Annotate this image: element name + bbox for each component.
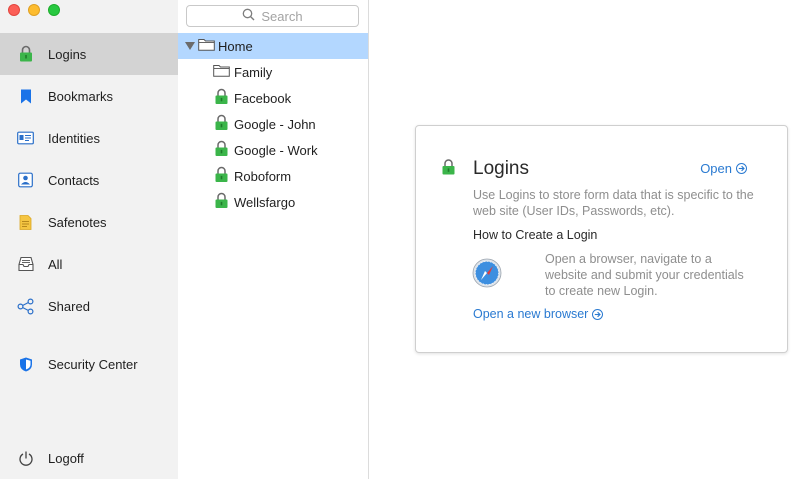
card-description: Use Logins to store form data that is sp…: [473, 188, 754, 218]
card-title: Logins: [473, 158, 529, 179]
sidebar-item-label: Shared: [48, 298, 90, 314]
sidebar-item-shared[interactable]: Shared: [0, 285, 178, 327]
sidebar-item-label: Security Center: [48, 356, 138, 372]
tree-login-item[interactable]: Google - Work: [178, 137, 368, 163]
inbox-icon: [17, 256, 34, 273]
sidebar-item-label: Logins: [48, 46, 87, 62]
tree-item-label: Google - Work: [234, 142, 318, 158]
open-link[interactable]: Open: [700, 161, 747, 176]
tree-folder-home[interactable]: Home: [178, 33, 368, 59]
lock-icon: [215, 88, 228, 108]
tree-folder-label: Home: [218, 38, 253, 54]
share-icon: [17, 298, 34, 315]
tree-login-item[interactable]: Facebook: [178, 85, 368, 111]
main-content: Logins Open Use Logins to store form dat…: [370, 0, 793, 479]
sidebar-item-logins[interactable]: Logins: [0, 33, 178, 75]
search-input[interactable]: Search: [186, 5, 359, 27]
howto-heading: How to Create a Login: [473, 228, 598, 242]
sidebar-item-label: Bookmarks: [48, 88, 114, 104]
tree-item-label: Roboform: [234, 168, 292, 184]
minimize-window-button[interactable]: [28, 4, 40, 16]
open-link-label: Open: [700, 161, 732, 176]
tree-login-item[interactable]: Google - John: [178, 111, 368, 137]
lock-icon: [17, 45, 34, 63]
sidebar-item-logoff[interactable]: Logoff: [0, 437, 178, 479]
arrow-right-circle-icon: [736, 163, 747, 174]
shield-icon: [17, 356, 34, 373]
sidebar-item-safenotes[interactable]: Safenotes: [0, 201, 178, 243]
search-placeholder: Search: [261, 8, 303, 24]
disclosure-triangle-icon[interactable]: [185, 42, 195, 50]
identity-card-icon: [17, 130, 34, 147]
tree-item-label: Wellsfargo: [234, 194, 296, 210]
tree-login-item[interactable]: Wellsfargo: [178, 189, 368, 215]
sidebar-item-all[interactable]: All: [0, 243, 178, 285]
open-new-browser-link[interactable]: Open a new browser: [473, 307, 604, 321]
sidebar-item-label: Identities: [48, 130, 101, 146]
note-icon: [17, 214, 34, 231]
lock-icon: [215, 140, 228, 160]
sidebar-item-bookmarks[interactable]: Bookmarks: [0, 75, 178, 117]
close-window-button[interactable]: [8, 4, 20, 16]
tree-login-item[interactable]: Roboform: [178, 163, 368, 189]
power-icon: [17, 450, 34, 467]
folder-icon: [198, 38, 215, 54]
sidebar-item-label: Safenotes: [48, 214, 107, 230]
lock-icon: [215, 114, 228, 134]
contact-icon: [17, 172, 34, 189]
window-controls: [8, 4, 60, 16]
howto-steps: Open a browser, navigate to a website an…: [545, 252, 744, 298]
arrow-right-circle-icon: [592, 308, 604, 320]
sidebar-item-label: Logoff: [48, 450, 84, 466]
lock-icon: [215, 166, 228, 186]
sidebar-item-security-center[interactable]: Security Center: [0, 343, 178, 385]
safari-compass-icon: [472, 258, 502, 291]
sidebar-item-identities[interactable]: Identities: [0, 117, 178, 159]
open-new-browser-label: Open a new browser: [473, 307, 589, 321]
sidebar-item-label: Contacts: [48, 172, 100, 188]
info-card: Logins Open Use Logins to store form dat…: [415, 125, 788, 353]
lock-icon: [442, 159, 455, 178]
lock-icon: [215, 192, 228, 212]
tree-item-label: Google - John: [234, 116, 316, 132]
sidebar-item-label: All: [48, 256, 63, 272]
search-icon: [242, 8, 255, 24]
tree-item-label: Family: [234, 64, 273, 80]
sidebar: Logins Bookmarks Identities Contacts Saf…: [0, 0, 178, 479]
sidebar-item-contacts[interactable]: Contacts: [0, 159, 178, 201]
folder-icon: [213, 64, 230, 80]
tree-item-label: Facebook: [234, 90, 292, 106]
tree-folder-family[interactable]: Family: [178, 59, 368, 85]
item-list-pane: Search Home Family Facebook Google - Joh…: [178, 0, 369, 479]
bookmark-icon: [17, 88, 34, 105]
maximize-window-button[interactable]: [48, 4, 60, 16]
